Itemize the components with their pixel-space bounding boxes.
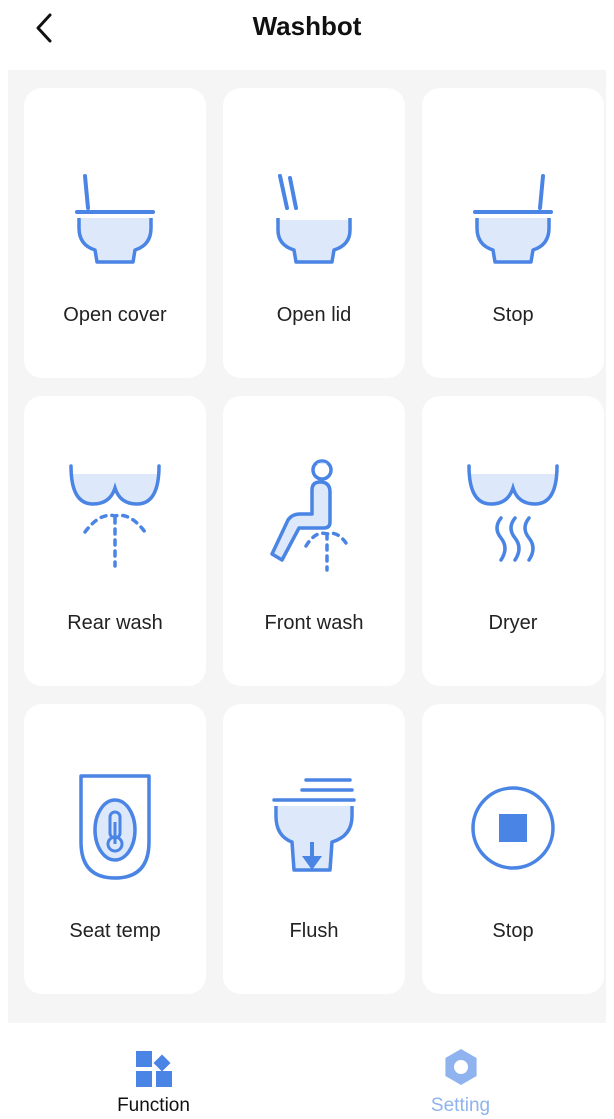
back-button[interactable]	[26, 10, 62, 46]
page-title: Washbot	[252, 10, 362, 41]
gear-icon	[444, 1049, 477, 1085]
card-open-lid[interactable]: Open lid	[223, 88, 405, 378]
card-label: Front wash	[264, 612, 364, 634]
tab-setting[interactable]: Setting	[307, 1023, 614, 1119]
tab-label-function: Function	[117, 1095, 190, 1116]
tab-bar: Function Setting	[0, 1023, 614, 1119]
card-stop[interactable]: Stop	[422, 704, 604, 994]
card-label: Seat temp	[69, 920, 161, 942]
card-flush[interactable]: Flush	[223, 704, 405, 994]
card-label: Dryer	[488, 612, 538, 634]
card-label: Open lid	[276, 304, 352, 326]
header: Washbot	[0, 0, 614, 70]
chevron-left-icon	[36, 13, 52, 43]
toilet-open-cover-icon	[75, 174, 155, 264]
toilet-open-lid-icon	[276, 174, 352, 264]
tab-label-setting: Setting	[430, 1095, 491, 1116]
card-stop-cover[interactable]: Stop	[422, 88, 604, 378]
function-grid: Open cover Open lid Stop Rear wash Front…	[8, 70, 606, 1023]
card-label: Stop	[492, 304, 534, 326]
card-label: Stop	[492, 920, 534, 942]
stop-icon	[471, 786, 555, 870]
seat-temp-icon	[79, 774, 151, 880]
card-open-cover[interactable]: Open cover	[24, 88, 206, 378]
flush-icon	[272, 778, 356, 872]
card-label: Rear wash	[67, 612, 163, 634]
card-rear-wash[interactable]: Rear wash	[24, 396, 206, 686]
card-label: Flush	[289, 920, 339, 942]
card-dryer[interactable]: Dryer	[422, 396, 604, 686]
rear-wash-icon	[69, 464, 161, 568]
function-grid-icon	[135, 1051, 172, 1087]
toilet-stop-icon	[473, 174, 553, 264]
front-wash-icon	[270, 459, 350, 572]
card-front-wash[interactable]: Front wash	[223, 396, 405, 686]
dryer-icon	[467, 464, 559, 562]
tab-function[interactable]: Function	[0, 1023, 307, 1119]
card-seat-temp[interactable]: Seat temp	[24, 704, 206, 994]
card-label: Open cover	[63, 304, 167, 326]
